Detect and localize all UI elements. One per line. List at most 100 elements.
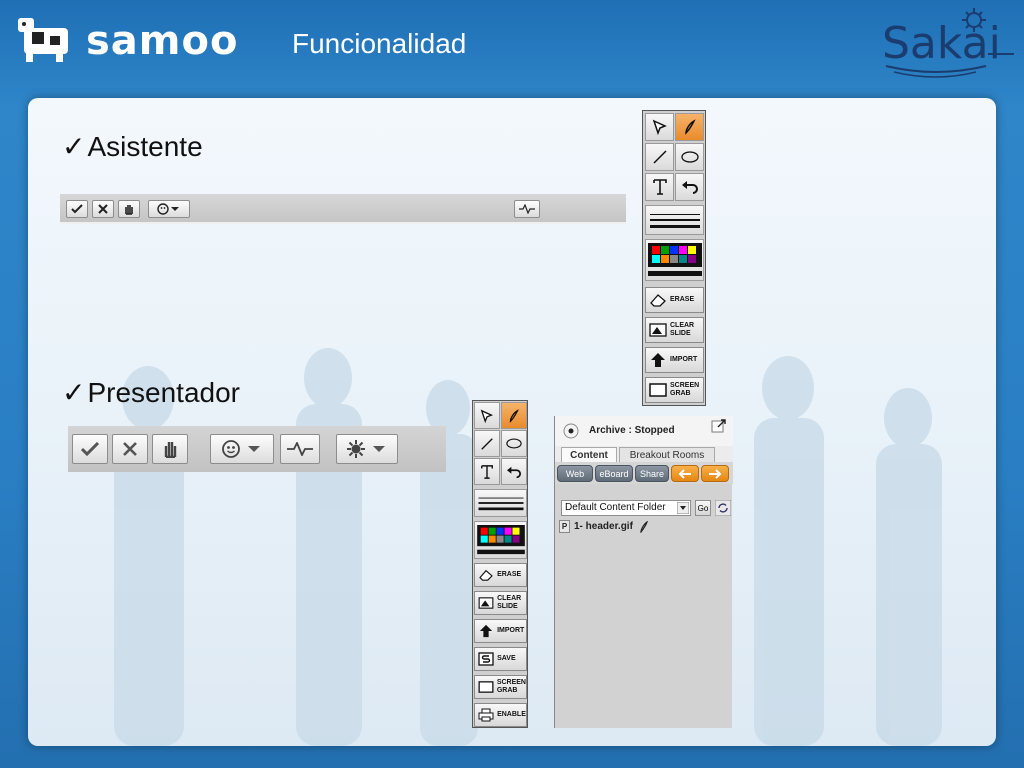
web-button[interactable]: Web <box>557 465 593 482</box>
line-width-selector[interactable] <box>474 489 527 517</box>
file-type-badge: P <box>559 520 570 533</box>
save-button[interactable]: SAVE <box>474 647 527 671</box>
ellipse-tool-button[interactable] <box>501 430 527 457</box>
bullet-presentador-label: Presentador <box>87 377 241 408</box>
pen-tool-button[interactable] <box>675 113 704 141</box>
raise-hand-button[interactable] <box>152 434 188 464</box>
bullet-presentador: ✓Presentador <box>62 376 240 409</box>
eboard-button[interactable]: eBoard <box>595 465 633 482</box>
bullet-asistente: ✓Asistente <box>62 130 203 163</box>
line-tool-button[interactable] <box>645 143 674 171</box>
archive-status: Archive : Stopped <box>589 425 675 436</box>
import-label: IMPORT <box>497 627 525 634</box>
settings-dropdown[interactable] <box>336 434 398 464</box>
content-folder-value: Default Content Folder <box>565 502 666 513</box>
enable-button[interactable]: ENABLE <box>474 703 527 727</box>
tab-breakout-rooms[interactable]: Breakout Rooms <box>619 447 715 462</box>
color-palette-selector[interactable] <box>645 239 704 281</box>
check-mark-icon <box>71 204 83 214</box>
content-actions: Web eBoard Share <box>555 462 733 484</box>
clear-slide-label: CLEAR SLIDE <box>670 322 695 337</box>
import-arrow-icon <box>648 351 668 369</box>
pen-icon <box>640 520 648 533</box>
pen-icon <box>509 408 519 423</box>
popout-icon[interactable] <box>711 418 727 434</box>
emoticon-dropdown[interactable] <box>148 200 190 218</box>
record-icon[interactable] <box>563 423 579 439</box>
page-title: Funcionalidad <box>292 28 467 59</box>
ellipse-icon <box>506 438 522 449</box>
stepped-away-button[interactable] <box>514 200 540 218</box>
line-icon <box>652 150 667 164</box>
select-tool-button[interactable] <box>645 113 674 141</box>
color-palette-icon <box>647 243 702 276</box>
agree-button[interactable] <box>66 200 88 218</box>
clear-slide-icon <box>648 321 668 339</box>
go-button[interactable]: Go <box>695 500 711 516</box>
tab-content[interactable]: Content <box>561 447 617 462</box>
clear-slide-button[interactable]: CLEAR SLIDE <box>474 591 527 615</box>
arrow-right-icon <box>709 468 722 479</box>
content-folder-select[interactable]: Default Content Folder <box>561 500 691 516</box>
import-button[interactable]: IMPORT <box>645 347 704 373</box>
import-label: IMPORT <box>670 356 698 363</box>
hand-icon <box>164 442 177 458</box>
previous-arrow-button[interactable] <box>671 465 699 482</box>
text-t-icon <box>481 464 493 479</box>
content-file-item[interactable]: P 1- header.gif <box>559 520 649 533</box>
color-palette-selector[interactable] <box>474 521 527 559</box>
emoticon-dropdown[interactable] <box>210 434 274 464</box>
eraser-icon <box>648 291 668 309</box>
stepped-away-button[interactable] <box>280 434 320 464</box>
ellipse-icon <box>680 151 699 163</box>
check-icon: ✓ <box>62 131 86 162</box>
line-tool-button[interactable] <box>474 430 500 457</box>
disagree-button[interactable] <box>92 200 114 218</box>
undo-button[interactable] <box>675 173 704 201</box>
raise-hand-button[interactable] <box>118 200 140 218</box>
check-mark-icon <box>81 442 99 456</box>
hand-icon <box>125 205 133 215</box>
clear-slide-icon <box>477 594 495 612</box>
arrow-left-icon <box>678 468 691 479</box>
smiley-icon <box>157 203 179 215</box>
undo-arrow-icon <box>681 181 698 194</box>
erase-button[interactable]: ERASE <box>645 287 704 313</box>
x-mark-icon <box>123 442 137 456</box>
screen-grab-label: SCREEN GRAB <box>670 382 700 397</box>
ellipse-tool-button[interactable] <box>675 143 704 171</box>
slide-header: samoo Funcionalidad Sakai <box>0 0 1024 96</box>
clear-slide-label: CLEAR SLIDE <box>497 595 522 610</box>
clear-slide-button[interactable]: CLEAR SLIDE <box>645 317 704 343</box>
printer-icon <box>477 706 495 724</box>
archive-header: Archive : Stopped <box>555 416 733 446</box>
share-button[interactable]: Share <box>635 465 669 482</box>
x-mark-icon <box>98 204 108 214</box>
line-width-selector[interactable] <box>645 205 704 235</box>
erase-button[interactable]: ERASE <box>474 563 527 587</box>
text-tool-button[interactable] <box>645 173 674 201</box>
text-tool-button[interactable] <box>474 458 500 485</box>
pen-icon <box>684 119 696 135</box>
line-width-icon <box>478 497 523 511</box>
undo-button[interactable] <box>501 458 527 485</box>
text-t-icon <box>652 179 667 195</box>
smiley-icon <box>222 440 260 458</box>
import-button[interactable]: IMPORT <box>474 619 527 643</box>
screen-grab-button[interactable]: SCREEN GRAB <box>645 377 704 403</box>
next-arrow-button[interactable] <box>701 465 729 482</box>
pulse-icon <box>287 442 313 456</box>
asistente-whiteboard-tools: ERASE CLEAR SLIDE IMPORT SCREEN GRAB <box>642 110 706 406</box>
select-tool-button[interactable] <box>474 402 500 429</box>
presentador-toolbar <box>68 426 446 472</box>
screen-grab-button[interactable]: SCREEN GRAB <box>474 675 527 699</box>
refresh-icon[interactable] <box>715 500 731 516</box>
agree-button[interactable] <box>72 434 108 464</box>
pen-tool-button[interactable] <box>501 402 527 429</box>
line-width-icon <box>649 214 700 228</box>
disagree-button[interactable] <box>112 434 148 464</box>
pulse-icon <box>519 204 535 214</box>
asistente-toolbar <box>60 194 626 224</box>
line-icon <box>481 437 493 450</box>
sakai-brand: Sakai <box>882 18 1001 69</box>
